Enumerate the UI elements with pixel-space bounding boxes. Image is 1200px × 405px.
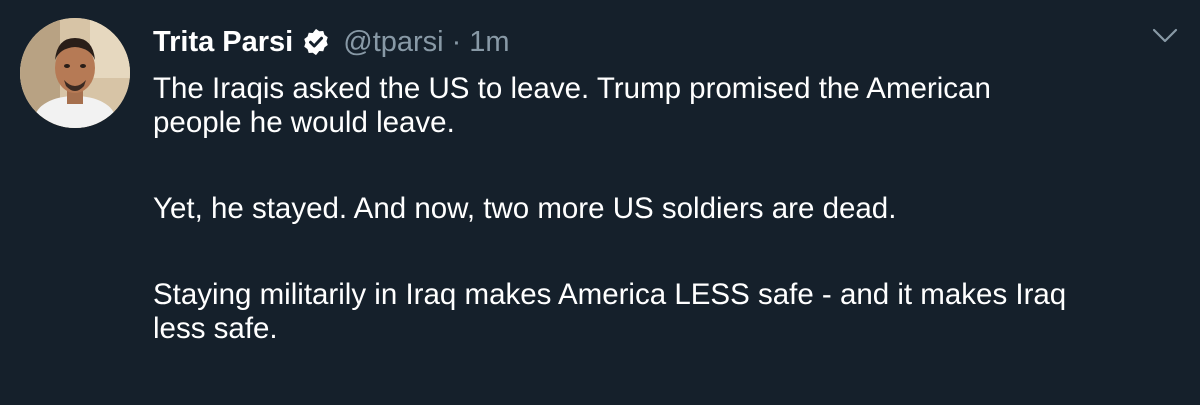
tweet-line: less safe. bbox=[153, 312, 278, 345]
tweet-header: Trita Parsi @tparsi · 1m bbox=[153, 22, 510, 62]
author-handle[interactable]: @tparsi bbox=[343, 26, 443, 59]
tweet-line: Staying militarily in Iraq makes America… bbox=[153, 278, 1067, 311]
verified-badge-icon bbox=[301, 27, 331, 57]
chevron-down-icon[interactable] bbox=[1150, 26, 1180, 46]
tweet-timestamp[interactable]: 1m bbox=[469, 26, 509, 59]
author-name[interactable]: Trita Parsi bbox=[153, 26, 293, 59]
tweet-text: The Iraqis asked the US to leave. Trump … bbox=[153, 72, 1183, 346]
avatar[interactable] bbox=[20, 18, 130, 128]
tweet-line: people he would leave. bbox=[153, 106, 455, 139]
tweet-paragraph: Staying militarily in Iraq makes America… bbox=[153, 278, 1183, 346]
tweet-line: Yet, he stayed. And now, two more US sol… bbox=[153, 192, 897, 225]
tweet: Trita Parsi @tparsi · 1m The Iraqis aske… bbox=[0, 0, 1200, 405]
tweet-paragraph: Yet, he stayed. And now, two more US sol… bbox=[153, 192, 1183, 226]
avatar-image bbox=[20, 18, 130, 128]
tweet-line: The Iraqis asked the US to leave. Trump … bbox=[153, 72, 991, 105]
tweet-paragraph: The Iraqis asked the US to leave. Trump … bbox=[153, 72, 1183, 140]
header-separator: · bbox=[451, 25, 462, 58]
